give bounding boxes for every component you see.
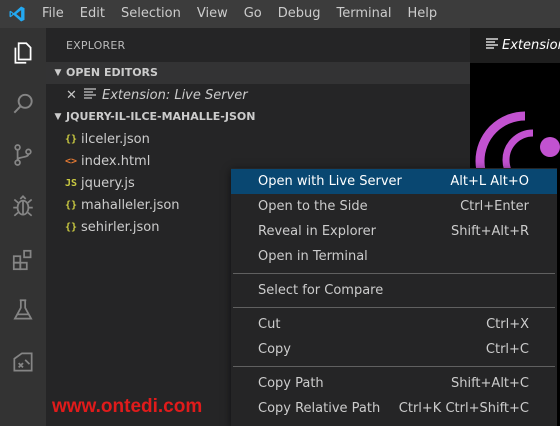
- chevron-down-icon: ▼: [54, 112, 62, 122]
- file-label: mahalleler.json: [81, 197, 180, 213]
- files-icon[interactable]: [0, 33, 46, 73]
- extensions-icon[interactable]: [0, 240, 46, 280]
- json-file-icon: {}: [64, 221, 78, 233]
- preview-icon: [84, 87, 98, 103]
- open-editor-label: Extension: Live Server: [102, 87, 248, 103]
- menu-item-label: Open to the Side: [258, 199, 368, 214]
- menu-item-open-in-terminal[interactable]: Open in Terminal: [231, 244, 557, 269]
- debug-icon[interactable]: [0, 186, 46, 226]
- menu-bar: File Edit Selection View Go Debug Termin…: [0, 0, 560, 28]
- menu-go[interactable]: Go: [236, 0, 270, 28]
- context-menu: Open with Live Server Alt+L Alt+O Open t…: [231, 168, 557, 426]
- preview-icon: [486, 38, 498, 53]
- editor-tab[interactable]: Extension: Live Server: [470, 28, 560, 63]
- file-label: index.html: [81, 153, 151, 169]
- menu-view[interactable]: View: [189, 0, 236, 28]
- editor-tab-label: Extension: Live Server: [502, 38, 560, 53]
- menu-item-reveal-in-explorer[interactable]: Reveal in Explorer Shift+Alt+R: [231, 219, 557, 244]
- json-file-icon: {}: [64, 133, 78, 145]
- menu-separator: [231, 269, 557, 278]
- menu-selection[interactable]: Selection: [113, 0, 189, 28]
- menu-item-label: Copy: [258, 342, 291, 357]
- menu-item-shortcut: Ctrl+X: [486, 317, 529, 332]
- menu-item-label: Reveal in Explorer: [258, 224, 376, 239]
- js-file-icon: JS: [64, 177, 78, 189]
- json-file-icon: {}: [64, 199, 78, 211]
- menu-separator: [231, 362, 557, 371]
- menu-item-select-for-compare[interactable]: Select for Compare: [231, 278, 557, 303]
- menu-item-label: Open in Terminal: [258, 249, 368, 264]
- remote-icon[interactable]: [0, 342, 46, 382]
- activity-bar: [0, 28, 46, 426]
- menu-item-label: Cut: [258, 317, 281, 332]
- menu-item-label: Copy Relative Path: [258, 401, 381, 416]
- menu-debug[interactable]: Debug: [270, 0, 329, 28]
- menu-item-shortcut: Alt+L Alt+O: [450, 174, 529, 189]
- chevron-down-icon: ▼: [54, 68, 62, 78]
- menu-edit[interactable]: Edit: [72, 0, 113, 28]
- menu-item-open-with-live-server[interactable]: Open with Live Server Alt+L Alt+O: [231, 169, 557, 194]
- folder-header[interactable]: ▼ JQUERY-IL-ILCE-MAHALLE-JSON: [46, 106, 470, 128]
- close-icon[interactable]: ✕: [66, 88, 82, 103]
- menu-item-shortcut: Ctrl+Enter: [460, 199, 529, 214]
- menu-item-label: Open with Live Server: [258, 174, 402, 189]
- html-file-icon: <>: [64, 155, 78, 167]
- file-label: jquery.js: [81, 175, 135, 191]
- search-icon[interactable]: [0, 84, 46, 124]
- menu-help[interactable]: Help: [399, 0, 445, 28]
- menu-item-shortcut: Ctrl+C: [485, 342, 529, 357]
- menu-item-copy-path[interactable]: Copy Path Shift+Alt+C: [231, 371, 557, 396]
- open-editor-item[interactable]: ✕ Extension: Live Server: [46, 84, 470, 106]
- folder-label: JQUERY-IL-ILCE-MAHALLE-JSON: [66, 110, 256, 123]
- menu-file[interactable]: File: [34, 0, 72, 28]
- menu-item-shortcut: Shift+Alt+R: [451, 224, 529, 239]
- file-item[interactable]: {} ilceler.json: [46, 128, 470, 150]
- watermark: www.ontedi.com: [52, 396, 203, 417]
- menu-item-cut[interactable]: Cut Ctrl+X: [231, 312, 557, 337]
- open-editors-header[interactable]: ▼ OPEN EDITORS: [46, 62, 470, 84]
- source-control-icon[interactable]: [0, 135, 46, 175]
- menu-item-copy[interactable]: Copy Ctrl+C: [231, 337, 557, 362]
- menu-item-label: Select for Compare: [258, 283, 384, 298]
- menu-item-copy-relative-path[interactable]: Copy Relative Path Ctrl+K Ctrl+Shift+C: [231, 396, 557, 421]
- menu-item-shortcut: Ctrl+K Ctrl+Shift+C: [398, 401, 529, 416]
- file-label: ilceler.json: [81, 131, 150, 147]
- explorer-title: EXPLORER: [66, 39, 126, 52]
- menu-item-label: Copy Path: [258, 376, 324, 391]
- menu-item-open-to-the-side[interactable]: Open to the Side Ctrl+Enter: [231, 194, 557, 219]
- menu-item-shortcut: Shift+Alt+C: [450, 376, 529, 391]
- menu-separator: [231, 303, 557, 312]
- open-editors-label: OPEN EDITORS: [66, 66, 158, 79]
- vscode-logo-icon: [0, 0, 34, 28]
- flask-icon[interactable]: [0, 290, 46, 330]
- file-label: sehirler.json: [81, 219, 160, 235]
- menu-terminal[interactable]: Terminal: [329, 0, 400, 28]
